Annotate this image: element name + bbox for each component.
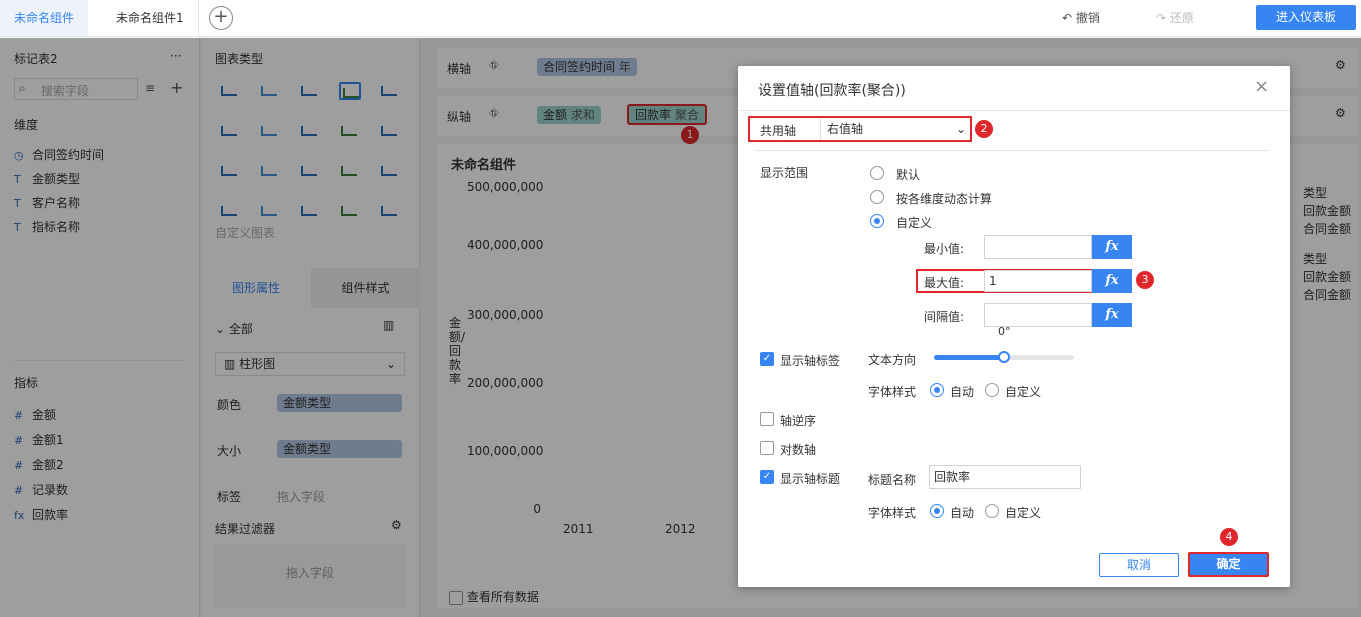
- font-style-label-2: 字体样式: [868, 506, 917, 520]
- slider-handle[interactable]: [998, 351, 1010, 363]
- max-label: 最大值:: [924, 276, 965, 290]
- text-direction-slider[interactable]: [934, 351, 1074, 363]
- opt-dynamic-label: 按各维度动态计算: [896, 192, 993, 206]
- close-icon[interactable]: ×: [1254, 76, 1269, 97]
- value-axis-dialog: 设置值轴(回款率(聚合)) × 共用轴 右值轴 ⌄ 2 显示范围 默认 按各维度动…: [738, 66, 1290, 587]
- title-font-auto-radio[interactable]: [930, 504, 944, 518]
- shared-axis-value: 右值轴: [827, 122, 864, 136]
- title-font-custom-radio[interactable]: [985, 504, 999, 518]
- divider: [754, 150, 1270, 151]
- title-font-auto-label: 自动: [950, 506, 975, 520]
- radio-custom[interactable]: [870, 214, 884, 228]
- interval-input[interactable]: [984, 303, 1092, 327]
- step-badge-3: 3: [1136, 271, 1154, 289]
- min-label: 最小值:: [924, 242, 965, 256]
- tab-unnamed-component[interactable]: 未命名组件: [0, 0, 89, 36]
- slider-fill: [934, 355, 1004, 360]
- radio-default[interactable]: [870, 166, 884, 180]
- max-input[interactable]: 1: [984, 270, 1092, 292]
- tab-unnamed-component-1[interactable]: 未命名组件1: [102, 0, 199, 36]
- redo-icon: ↷: [1156, 11, 1167, 25]
- text-direction-label: 文本方向: [868, 353, 917, 367]
- top-bar: 未命名组件 未命名组件1 + ↶ 撤销 ↷ 还原 进入仪表板: [0, 0, 1361, 37]
- show-axis-title-label: 显示轴标题: [780, 472, 841, 486]
- show-axis-title-checkbox[interactable]: ✓: [760, 470, 774, 484]
- opt-custom-label: 自定义: [896, 216, 933, 230]
- reverse-axis-label: 轴逆序: [780, 414, 817, 428]
- redo-button[interactable]: ↷ 还原: [1156, 9, 1194, 26]
- undo-button[interactable]: ↶ 撤销: [1062, 9, 1100, 26]
- undo-label: 撤销: [1075, 11, 1100, 25]
- dialog-title: 设置值轴(回款率(聚合)): [758, 83, 906, 99]
- interval-label: 间隔值:: [924, 310, 965, 324]
- font-style-label: 字体样式: [868, 385, 917, 399]
- radio-dynamic[interactable]: [870, 190, 884, 204]
- title-name-label: 标题名称: [868, 473, 917, 487]
- interval-fx-button[interactable]: fx: [1092, 303, 1132, 327]
- log-axis-checkbox[interactable]: [760, 441, 774, 455]
- enter-dashboard-button[interactable]: 进入仪表板: [1256, 5, 1356, 30]
- title-name-input[interactable]: 回款率: [929, 465, 1081, 489]
- show-axis-label-text: 显示轴标签: [780, 354, 841, 368]
- shared-axis-label: 共用轴: [760, 124, 797, 138]
- show-axis-label-checkbox[interactable]: ✓: [760, 352, 774, 366]
- font-auto-radio[interactable]: [930, 383, 944, 397]
- undo-icon: ↶: [1062, 11, 1073, 25]
- reverse-axis-checkbox[interactable]: [760, 412, 774, 426]
- range-label: 显示范围: [760, 166, 809, 180]
- font-custom-label: 自定义: [1005, 385, 1042, 399]
- font-custom-radio[interactable]: [985, 383, 999, 397]
- cancel-button[interactable]: 取消: [1099, 553, 1179, 577]
- min-input[interactable]: [984, 235, 1092, 259]
- title-font-custom-label: 自定义: [1005, 506, 1042, 520]
- max-fx-button[interactable]: fx: [1092, 269, 1132, 293]
- divider: [738, 110, 1290, 111]
- add-tab-button[interactable]: +: [209, 6, 233, 30]
- font-auto-label: 自动: [950, 385, 975, 399]
- shared-axis-row: 共用轴 右值轴 ⌄: [748, 116, 972, 142]
- opt-default-label: 默认: [896, 168, 921, 182]
- chevron-down-icon: ⌄: [955, 122, 966, 136]
- degree-readout: 0°: [998, 325, 1011, 338]
- min-fx-button[interactable]: fx: [1092, 235, 1132, 259]
- log-axis-label: 对数轴: [780, 443, 817, 457]
- step-badge-2: 2: [975, 120, 993, 138]
- shared-axis-select[interactable]: 右值轴 ⌄: [820, 118, 970, 140]
- ok-button[interactable]: 确定: [1188, 552, 1269, 577]
- redo-label: 还原: [1169, 11, 1194, 25]
- step-badge-4: 4: [1220, 528, 1238, 546]
